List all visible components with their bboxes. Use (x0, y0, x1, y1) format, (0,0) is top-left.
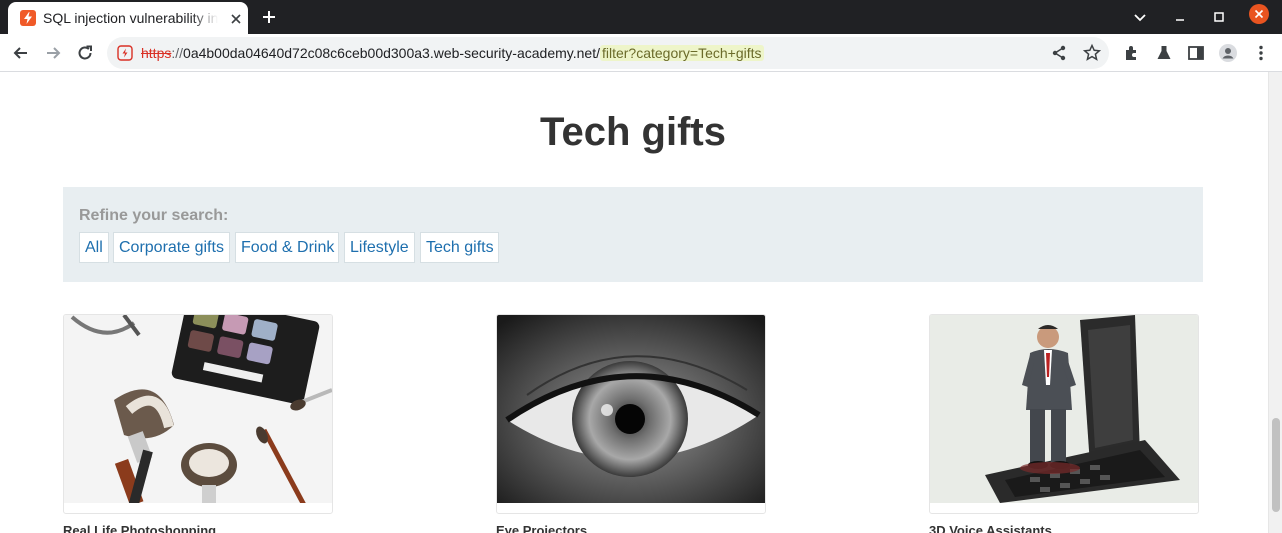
filter-link-corporate-gifts[interactable]: Corporate gifts (113, 232, 230, 263)
reload-icon[interactable] (75, 43, 95, 63)
url-separator: :// (171, 45, 184, 61)
filter-link-all[interactable]: All (79, 232, 109, 263)
bookmark-star-icon[interactable] (1082, 43, 1102, 63)
product-title[interactable]: Eye Projectors (496, 523, 587, 533)
product-card[interactable] (63, 314, 333, 514)
new-tab-plus-icon[interactable] (259, 7, 279, 27)
close-tab-icon[interactable] (228, 11, 244, 27)
product-card[interactable] (496, 314, 766, 514)
forward-arrow-icon[interactable] (43, 43, 63, 63)
back-arrow-icon[interactable] (11, 43, 31, 63)
profile-avatar-icon[interactable] (1218, 43, 1238, 63)
url-text: https://0a4b00da04640d72c08c6ceb00d300a3… (141, 45, 764, 61)
page-scrollbar[interactable] (1268, 72, 1282, 533)
filter-link-lifestyle[interactable]: Lifestyle (344, 232, 415, 263)
address-bar[interactable]: https://0a4b00da04640d72c08c6ceb00d300a3… (107, 37, 1109, 69)
makeup-brushes-image (64, 315, 332, 503)
tab-search-chevron-down-icon[interactable] (1131, 8, 1149, 26)
minimize-window-icon[interactable] (1171, 8, 1189, 26)
side-panel-icon[interactable] (1186, 43, 1206, 63)
not-secure-warning-icon[interactable] (117, 45, 133, 61)
product-card[interactable] (929, 314, 1199, 514)
product-title[interactable]: Real Life Photoshopping (63, 523, 216, 533)
browser-tab-strip: SQL injection vulnerability in WHERE cla… (0, 0, 1282, 34)
browser-menu-icon[interactable] (1251, 43, 1271, 63)
browser-tab[interactable]: SQL injection vulnerability in WHERE cla… (8, 2, 248, 34)
url-scheme: https (141, 45, 172, 61)
category-heading: Tech gifts (540, 110, 726, 154)
eye-closeup-image (497, 315, 765, 503)
scrollbar-thumb[interactable] (1272, 418, 1280, 512)
figure-on-phone-image (930, 315, 1198, 503)
browser-toolbar: https://0a4b00da04640d72c08c6ceb00d300a3… (0, 34, 1282, 72)
maximize-window-icon[interactable] (1210, 8, 1228, 26)
close-window-icon[interactable] (1249, 4, 1269, 24)
product-title[interactable]: 3D Voice Assistants (929, 523, 1052, 533)
web-page-content: Tech gifts Refine your search: All Corpo… (0, 72, 1268, 533)
tab-title: SQL injection vulnerability in WHERE cla… (43, 10, 218, 26)
filter-link-tech-gifts[interactable]: Tech gifts (420, 232, 499, 263)
share-icon[interactable] (1049, 43, 1069, 63)
lightning-bolt-favicon-icon (20, 10, 36, 26)
filter-link-food-and-drink[interactable]: Food & Drink (235, 232, 339, 263)
url-path: filter?category=Tech+gifts (599, 45, 764, 61)
refine-search-panel: Refine your search: All Corporate gifts … (63, 187, 1203, 282)
labs-flask-icon[interactable] (1154, 43, 1174, 63)
refine-search-label: Refine your search: (79, 207, 229, 224)
extensions-puzzle-icon[interactable] (1122, 43, 1142, 63)
url-host: 0a4b00da04640d72c08c6ceb00d300a3.web-sec… (183, 45, 600, 61)
